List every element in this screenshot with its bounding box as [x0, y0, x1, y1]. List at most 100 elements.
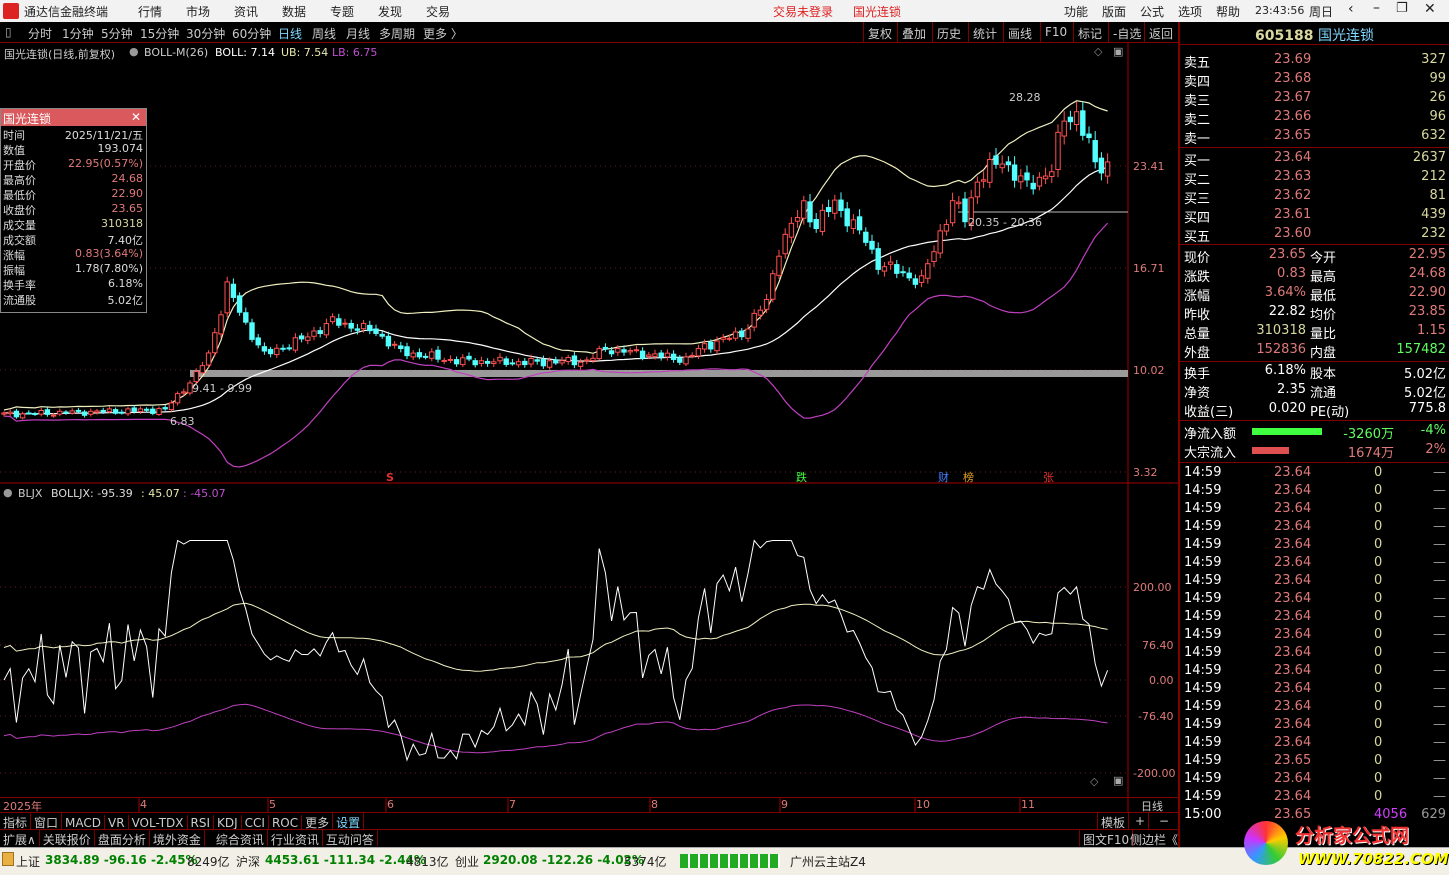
- stat-row[interactable]: 涨跌 0.83 最高 24.68: [1184, 265, 1446, 285]
- tick-row[interactable]: 14:59 23.64 0 —: [1184, 644, 1446, 663]
- tick-row[interactable]: 14:59 23.64 0 —: [1184, 788, 1446, 807]
- restore-icon[interactable]: ❐: [1396, 1, 1408, 16]
- month-label: 9: [781, 798, 788, 811]
- tab-related-quotes[interactable]: 关联报价: [40, 830, 95, 847]
- stat-row[interactable]: 换手 6.18% 股本 5.02亿: [1184, 362, 1446, 382]
- menu-options[interactable]: 选项: [1178, 3, 1202, 20]
- event-marker-s[interactable]: S: [386, 471, 394, 484]
- watermark-site: 分析家公式网: [1295, 825, 1410, 847]
- candle-body: [298, 335, 305, 340]
- tick-row[interactable]: 14:59 23.64 0 —: [1184, 680, 1446, 699]
- tick-row[interactable]: 14:59 23.64 0 —: [1184, 554, 1446, 573]
- stat-label: 涨幅: [1184, 289, 1211, 304]
- indicator-dropdown-icon[interactable]: ●: [129, 45, 139, 58]
- event-marker-drop[interactable]: 跌: [796, 469, 807, 485]
- tab-foreign-capital[interactable]: 境外资金: [150, 830, 205, 847]
- month-label: 5: [269, 798, 276, 811]
- ask-price: 23.69: [1274, 52, 1312, 67]
- tick-row[interactable]: 14:59 23.64 0 —: [1184, 770, 1446, 789]
- sh-index-name[interactable]: 上证: [16, 853, 40, 870]
- osc-name[interactable]: BLJX: [18, 487, 42, 500]
- stat-row[interactable]: 昨收 22.82 均价 23.85: [1184, 303, 1446, 323]
- tab-more[interactable]: 更多: [302, 813, 334, 830]
- tab-expand[interactable]: 扩展∧: [0, 830, 40, 847]
- tick-row[interactable]: 14:59 23.64 0 —: [1184, 536, 1446, 555]
- ask-row[interactable]: 卖一 23.65 632: [1184, 127, 1446, 147]
- sidebar-toggle[interactable]: 侧边栏《: [1127, 830, 1181, 847]
- tick-row[interactable]: 14:59 23.64 0 —: [1184, 608, 1446, 627]
- stat-row[interactable]: 外盘 152836 内盘 157482: [1184, 341, 1446, 361]
- zoom-in-button[interactable]: +: [1132, 813, 1150, 829]
- tick-row[interactable]: 14:59 23.64 0 —: [1184, 572, 1446, 591]
- tab-industry-news[interactable]: 行业资讯: [268, 830, 323, 847]
- event-marker-finance[interactable]: 财: [938, 469, 949, 485]
- stat-label: 外盘: [1184, 346, 1211, 361]
- flow-row[interactable]: 净流入额 -3260万 -4%: [1184, 422, 1446, 442]
- back-icon[interactable]: ‹: [1348, 1, 1354, 17]
- candle-body: [274, 347, 280, 356]
- menu-help[interactable]: 帮助: [1216, 3, 1240, 20]
- tick-row[interactable]: 14:59 23.64 0 —: [1184, 716, 1446, 735]
- hs-index-name[interactable]: 沪深: [236, 853, 260, 870]
- stat-row[interactable]: 收益(三) 0.020 PE(动) 775.8: [1184, 400, 1446, 420]
- tick-row[interactable]: 14:59 23.64 0 —: [1184, 500, 1446, 519]
- osc-value-3: : -45.07: [183, 487, 226, 500]
- window-toggle-icon[interactable]: ▣: [1113, 774, 1123, 787]
- stat-row[interactable]: 现价 23.65 今开 22.95: [1184, 246, 1446, 266]
- diamond-icon[interactable]: ◇: [1094, 45, 1102, 58]
- diamond-icon[interactable]: ◇: [1090, 775, 1098, 788]
- bid-row[interactable]: 买二 23.63 212: [1184, 168, 1446, 188]
- tick-row[interactable]: 14:59 23.64 0 —: [1184, 698, 1446, 717]
- ask-row[interactable]: 卖三 23.67 26: [1184, 89, 1446, 109]
- zoom-out-button[interactable]: −: [1156, 813, 1172, 829]
- tick-row[interactable]: 14:59 23.64 0 —: [1184, 734, 1446, 753]
- tab-settings[interactable]: 设置: [333, 813, 365, 830]
- popup-value: 23.65: [111, 202, 144, 215]
- tick-row[interactable]: 14:59 23.64 0 —: [1184, 464, 1446, 483]
- candle-body: [639, 350, 646, 359]
- flow-row[interactable]: 大宗流入 1674万 2%: [1184, 441, 1446, 461]
- candle-body: [88, 410, 94, 415]
- close-icon[interactable]: ✕: [131, 110, 141, 124]
- tick-row[interactable]: 14:59 23.64 0 —: [1184, 518, 1446, 537]
- template-button[interactable]: 模板: [1097, 813, 1130, 830]
- tick-count: —: [1433, 717, 1446, 732]
- kline-chart[interactable]: [0, 0, 1178, 812]
- ask-row[interactable]: 卖四 23.68 99: [1184, 70, 1446, 90]
- close-icon[interactable]: ✕: [1424, 1, 1436, 17]
- ask-row[interactable]: 卖五 23.69 327: [1184, 51, 1446, 71]
- bid-row[interactable]: 买四 23.61 439: [1184, 206, 1446, 226]
- market-icon[interactable]: [2, 852, 14, 866]
- tab-board-analysis[interactable]: 盘面分析: [95, 830, 150, 847]
- tab-indicator[interactable]: 指标: [0, 813, 32, 830]
- tab-qa[interactable]: 互动问答: [323, 830, 378, 847]
- ask-row[interactable]: 卖二 23.66 96: [1184, 108, 1446, 128]
- indicator-name[interactable]: BOLL-M(26): [144, 46, 208, 59]
- cy-index-name[interactable]: 创业: [455, 853, 479, 870]
- ask-price: 23.66: [1274, 109, 1312, 124]
- tick-row[interactable]: 14:59 23.64 0 —: [1184, 662, 1446, 681]
- tab-window[interactable]: 窗口: [31, 813, 63, 830]
- server-name[interactable]: 广州云主站Z4: [790, 853, 866, 870]
- bid-row[interactable]: 买一 23.64 2637: [1184, 149, 1446, 169]
- popup-value: 6.18%: [108, 277, 143, 290]
- candle-body: [57, 410, 63, 415]
- stat-row[interactable]: 总量 310318 量比 1.15: [1184, 322, 1446, 342]
- candle-body: [398, 345, 404, 350]
- indicator-dropdown-icon[interactable]: ●: [3, 486, 13, 499]
- tab-news[interactable]: 综合资讯: [213, 830, 268, 847]
- bid-row[interactable]: 买三 23.62 81: [1184, 187, 1446, 207]
- tick-row[interactable]: 14:59 23.64 0 —: [1184, 626, 1446, 645]
- tick-row[interactable]: 14:59 23.64 0 —: [1184, 482, 1446, 501]
- candle-body: [863, 231, 869, 243]
- f10-text-button[interactable]: 图文F10: [1079, 830, 1134, 847]
- tick-row[interactable]: 14:59 23.65 0 —: [1184, 752, 1446, 771]
- event-marker-rise[interactable]: 张: [1043, 469, 1054, 485]
- stat-row[interactable]: 净资 2.35 流通 5.02亿: [1184, 381, 1446, 401]
- tick-row[interactable]: 14:59 23.64 0 —: [1184, 590, 1446, 609]
- bid-row[interactable]: 买五 23.60 232: [1184, 225, 1446, 245]
- window-toggle-icon[interactable]: ▣: [1113, 45, 1123, 58]
- stat-row[interactable]: 涨幅 3.64% 最低 22.90: [1184, 284, 1446, 304]
- event-marker-list[interactable]: 榜: [963, 469, 974, 485]
- minimize-icon[interactable]: –: [1373, 0, 1380, 16]
